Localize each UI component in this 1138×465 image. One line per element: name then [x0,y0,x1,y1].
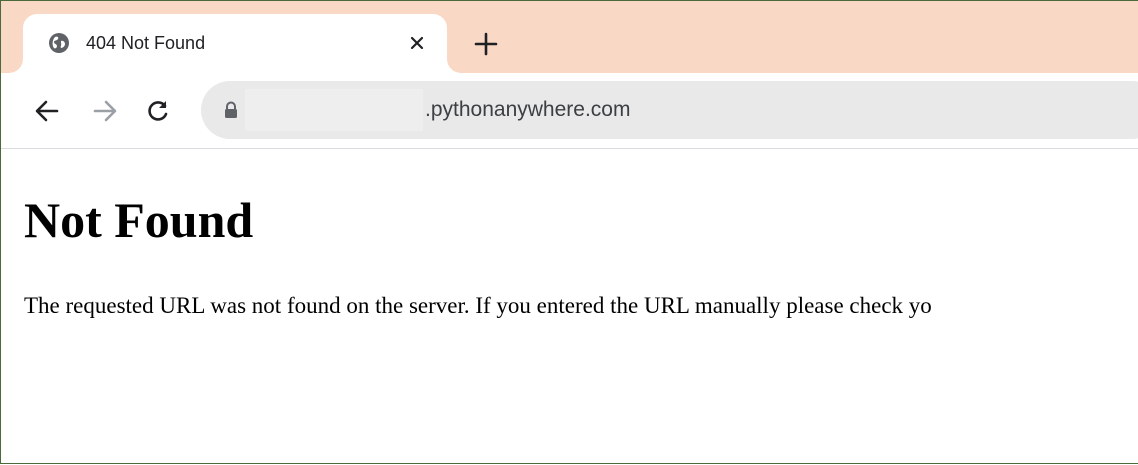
reload-icon[interactable] [144,97,172,125]
page-content: Not Found The requested URL was not foun… [24,149,1138,465]
lock-icon[interactable] [223,101,239,119]
page-message: The requested URL was not found on the s… [24,293,932,318]
page-heading: Not Found [24,192,254,248]
toolbar: .pythonanywhere.com [1,73,1138,149]
tab-active[interactable]: 404 Not Found [23,14,447,73]
tab-title: 404 Not Found [86,33,206,53]
browser-window: 404 Not Found .pythonanywhere.com Not Fo… [0,0,1138,464]
globe-icon [49,33,69,53]
url-redacted-region [245,89,423,131]
close-icon[interactable] [405,31,429,55]
address-bar[interactable]: .pythonanywhere.com [201,81,1138,139]
arrow-right-icon[interactable] [91,97,119,125]
tab-strip: 404 Not Found [1,1,1138,73]
address-text: .pythonanywhere.com [425,98,631,121]
plus-icon[interactable] [473,31,499,57]
tab-corner-left [9,59,23,73]
tab-corner-right [447,59,461,73]
arrow-left-icon[interactable] [33,97,61,125]
